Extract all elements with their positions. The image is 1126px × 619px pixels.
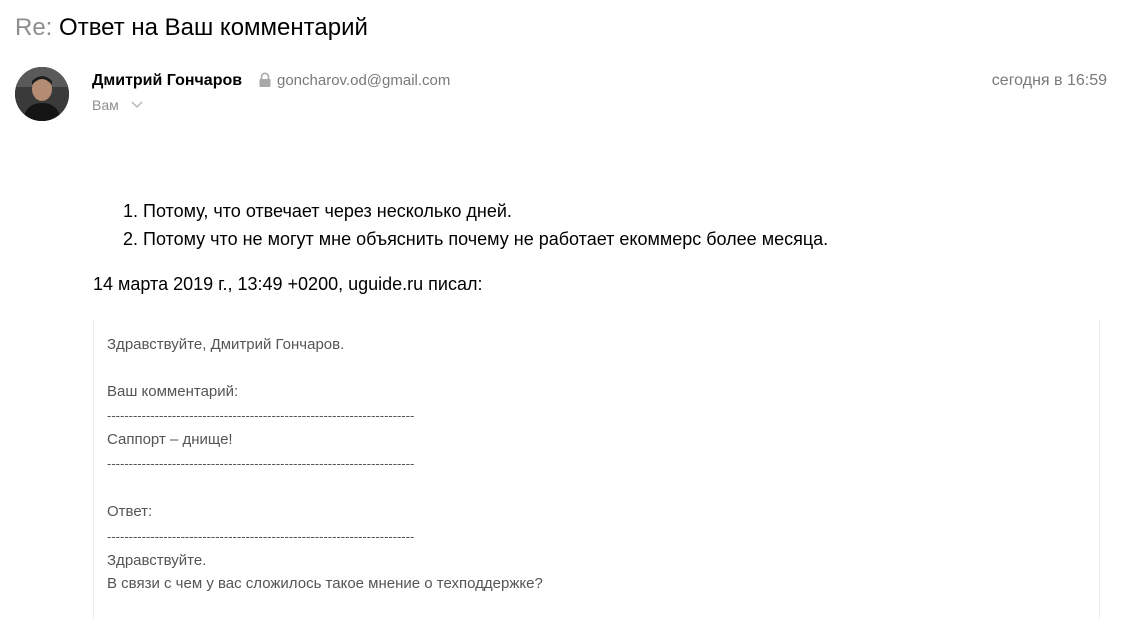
sender-name[interactable]: Дмитрий Гончаров xyxy=(92,71,242,91)
email-date: сегодня в 16:59 xyxy=(991,72,1107,89)
list-item: Потому, что отвечает через несколько дне… xyxy=(143,197,828,225)
answer-label: Ответ: xyxy=(107,503,153,520)
quote-header: 14 марта 2019 г., 13:49 +0200, uguide.ru… xyxy=(93,274,483,294)
separator-line: ----------------------------------------… xyxy=(107,408,415,423)
separator-line: ----------------------------------------… xyxy=(107,529,415,544)
sender-email[interactable]: goncharov.od@gmail.com xyxy=(277,72,450,90)
list-item: Потому что не могут мне объяснить почему… xyxy=(143,225,828,253)
reply-list: Потому, что отвечает через несколько дне… xyxy=(96,197,828,253)
quote-greeting: Здравствуйте, Дмитрий Гончаров. xyxy=(107,336,345,353)
answer-text: В связи с чем у вас сложилось такое мнен… xyxy=(107,575,543,592)
quoted-message: Здравствуйте, Дмитрий Гончаров. Ваш комм… xyxy=(93,319,1100,619)
chevron-down-icon[interactable] xyxy=(131,101,143,109)
avatar-photo xyxy=(15,67,69,121)
subject-title: Ответ на Ваш комментарий xyxy=(59,14,368,41)
subject-prefix: Re: xyxy=(15,14,53,41)
separator-line: ----------------------------------------… xyxy=(107,456,415,471)
avatar[interactable] xyxy=(15,67,69,121)
lock-icon xyxy=(259,72,271,87)
answer-greeting: Здравствуйте. xyxy=(107,552,207,569)
comment-text: Саппорт – днище! xyxy=(107,431,233,448)
email-subject: Re: Ответ на Ваш комментарий xyxy=(15,13,368,43)
recipient-label[interactable]: Вам xyxy=(92,96,119,114)
comment-label: Ваш комментарий: xyxy=(107,383,239,400)
